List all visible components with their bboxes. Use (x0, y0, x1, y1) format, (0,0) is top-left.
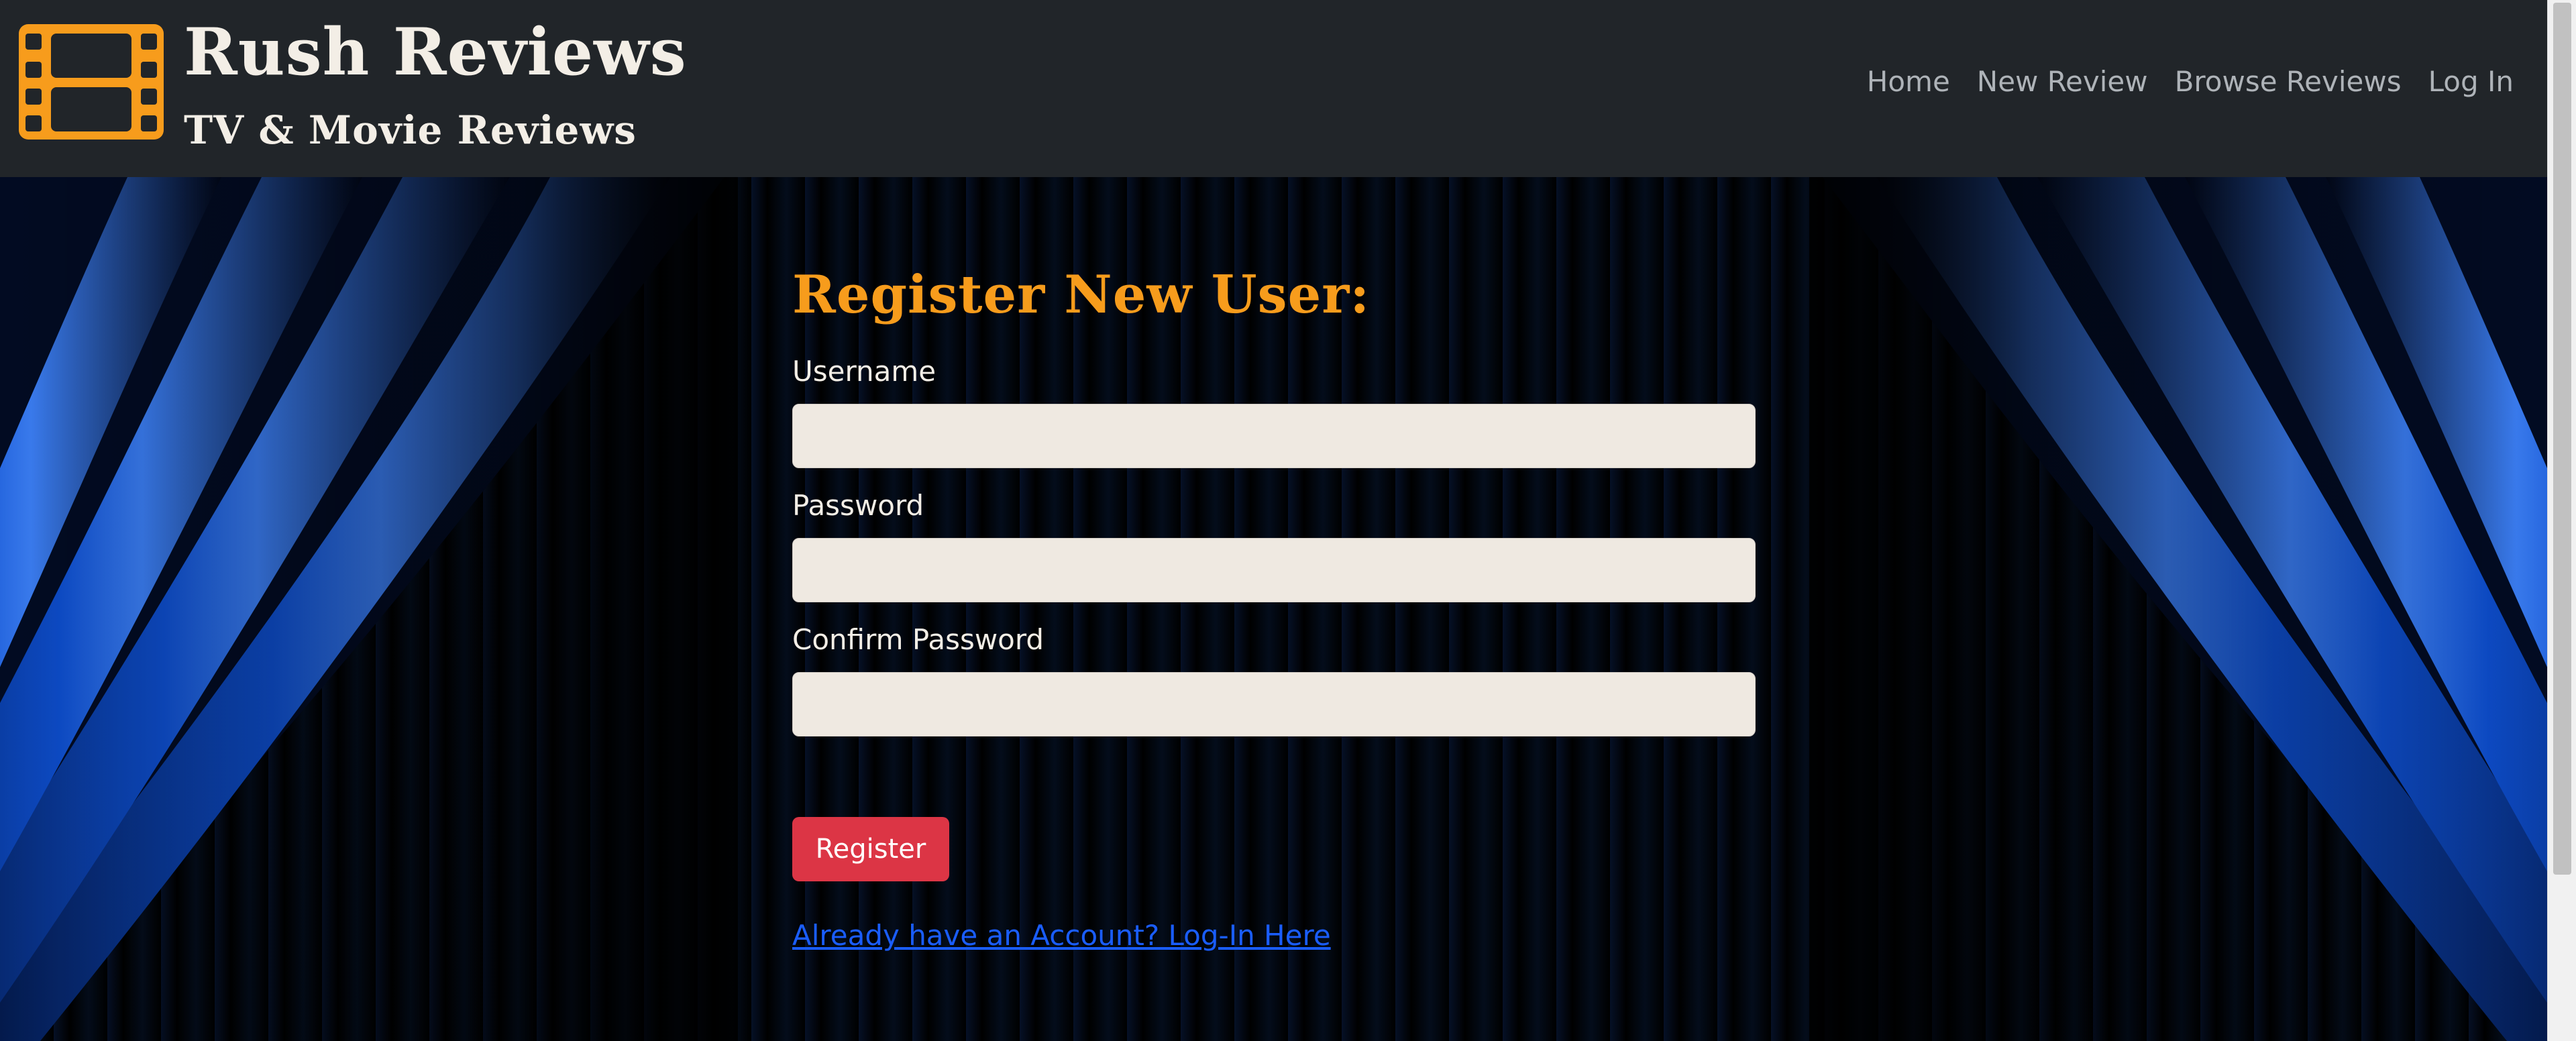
nav-home-link[interactable]: Home (1867, 64, 1950, 99)
nav-new-review-link[interactable]: New Review (1977, 64, 2148, 99)
curtain-background: Register New User: Username Password Con… (0, 177, 2547, 1041)
nav-browse-reviews-link[interactable]: Browse Reviews (2175, 64, 2402, 99)
register-form: Register New User: Username Password Con… (792, 263, 1757, 952)
username-label: Username (792, 355, 936, 388)
nav-links: Home New Review Browse Reviews Log In (1867, 64, 2514, 99)
brand-title: Rush Reviews (184, 14, 687, 90)
register-button[interactable]: Register (792, 817, 949, 881)
login-link[interactable]: Already have an Account? Log-In Here (792, 919, 1331, 952)
nav-login-link[interactable]: Log In (2428, 64, 2514, 99)
brand-subtitle: TV & Movie Reviews (184, 107, 637, 153)
password-input[interactable] (792, 538, 1756, 602)
username-input[interactable] (792, 404, 1756, 468)
scrollbar-thumb[interactable] (2553, 3, 2571, 875)
form-title: Register New User: (792, 264, 1371, 325)
page-scrollbar[interactable] (2547, 0, 2576, 1041)
top-navbar: Rush Reviews TV & Movie Reviews Home New… (0, 0, 2547, 177)
film-strip-icon (19, 24, 164, 140)
confirm-password-label: Confirm Password (792, 623, 1044, 656)
password-label: Password (792, 489, 924, 522)
confirm-password-input[interactable] (792, 672, 1756, 736)
brand[interactable]: Rush Reviews TV & Movie Reviews (19, 19, 687, 152)
